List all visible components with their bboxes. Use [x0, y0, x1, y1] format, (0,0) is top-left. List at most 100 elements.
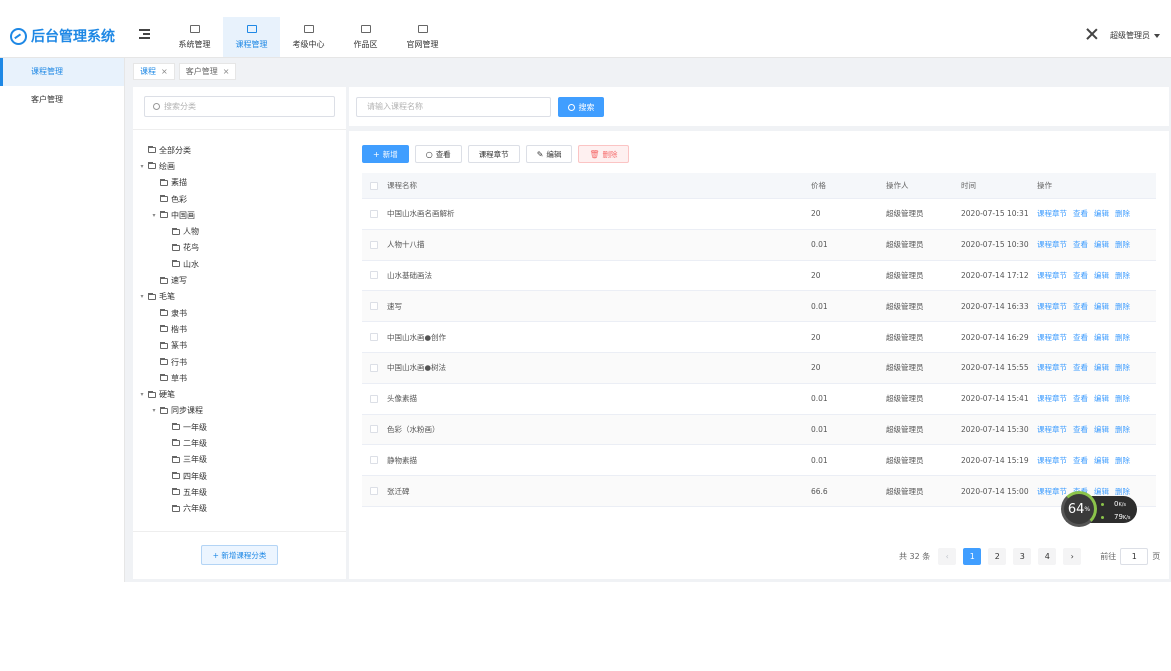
- delete-link[interactable]: 删除: [1115, 208, 1130, 219]
- tree-node[interactable]: ▾ 同步课程: [133, 403, 346, 419]
- network-speed-widget[interactable]: 0K/s 79K/s 64%: [1061, 491, 1137, 527]
- view-link[interactable]: 查看: [1073, 455, 1088, 466]
- tree-node[interactable]: 素描: [133, 175, 346, 191]
- edit-link[interactable]: 编辑: [1094, 455, 1109, 466]
- chapter-link[interactable]: 课程章节: [1037, 270, 1067, 281]
- nav-item-1[interactable]: 课程管理: [223, 17, 280, 57]
- category-search-input[interactable]: 搜索分类: [144, 96, 335, 117]
- chevron-down-icon[interactable]: ▾: [150, 407, 158, 414]
- tree-node[interactable]: ▾ 中国画: [133, 207, 346, 223]
- chevron-down-icon[interactable]: ▾: [150, 212, 158, 219]
- nav-item-0[interactable]: 系统管理: [166, 17, 223, 57]
- edit-link[interactable]: 编辑: [1094, 239, 1109, 250]
- table-row[interactable]: 头像素描 0.01 超级管理员 2020-07-14 15:41 课程章节 查看 编辑 删除: [362, 384, 1156, 415]
- delete-button[interactable]: 🗑 删除: [578, 145, 629, 163]
- sidebar-item-0[interactable]: 课程管理: [0, 58, 124, 86]
- tree-node[interactable]: 三年级: [133, 452, 346, 468]
- table-row[interactable]: 中国山水画●创作 20 超级管理员 2020-07-14 16:29 课程章节 查看 编辑删…: [362, 322, 1156, 353]
- edit-link[interactable]: 编辑: [1094, 332, 1109, 343]
- prev-page-button[interactable]: ‹: [938, 548, 957, 565]
- edit-link[interactable]: 编辑: [1094, 362, 1109, 373]
- table-row[interactable]: 静物素描 0.01 超级管理员 2020-07-14 15:19 课程章节 查看 编辑 删除: [362, 445, 1156, 477]
- row-checkbox[interactable]: [370, 333, 378, 342]
- chevron-down-icon[interactable]: ▾: [138, 391, 146, 398]
- sidebar-item-1[interactable]: 客户管理: [0, 86, 124, 114]
- chapter-link[interactable]: 课程章节: [1037, 332, 1067, 343]
- chevron-down-icon[interactable]: ▾: [138, 293, 146, 300]
- chapter-link[interactable]: 课程章节: [1037, 208, 1067, 219]
- chapter-link[interactable]: 课程章节: [1037, 301, 1067, 312]
- tree-node[interactable]: 花鸟: [133, 240, 346, 256]
- tree-node[interactable]: 一年级: [133, 419, 346, 435]
- row-checkbox[interactable]: [370, 209, 378, 218]
- view-link[interactable]: 查看: [1073, 270, 1088, 281]
- row-checkbox[interactable]: [370, 487, 378, 496]
- delete-link[interactable]: 删除: [1115, 362, 1130, 373]
- user-menu[interactable]: 超级管理员: [1110, 30, 1160, 41]
- delete-link[interactable]: 删除: [1115, 239, 1130, 250]
- view-link[interactable]: 查看: [1073, 301, 1088, 312]
- view-link[interactable]: 查看: [1073, 424, 1088, 435]
- tree-node[interactable]: 六年级: [133, 501, 346, 517]
- chapter-link[interactable]: 课程章节: [1037, 362, 1067, 373]
- edit-link[interactable]: 编辑: [1094, 424, 1109, 435]
- goto-page-input[interactable]: 1: [1120, 548, 1149, 565]
- edit-link[interactable]: 编辑: [1094, 270, 1109, 281]
- tree-node[interactable]: 隶书: [133, 305, 346, 321]
- page-button[interactable]: 2: [988, 548, 1007, 565]
- view-link[interactable]: 查看: [1073, 208, 1088, 219]
- chapter-link[interactable]: 课程章节: [1037, 393, 1067, 404]
- row-checkbox[interactable]: [370, 425, 378, 434]
- view-link[interactable]: 查看: [1073, 393, 1088, 404]
- tree-node[interactable]: 色彩: [133, 191, 346, 207]
- tree-node[interactable]: 篆书: [133, 338, 346, 354]
- tree-node[interactable]: 全部分类: [133, 142, 346, 158]
- row-checkbox[interactable]: [370, 456, 378, 465]
- page-button[interactable]: 1: [963, 548, 982, 565]
- table-row[interactable]: 人物十八描 0.01 超级管理员 2020-07-15 10:30 课程章节 查看 编辑 删除: [362, 229, 1156, 261]
- tree-node[interactable]: 五年级: [133, 484, 346, 500]
- tree-node[interactable]: 人物: [133, 223, 346, 239]
- table-row[interactable]: 张迁碑66.6超级管理员2020-07-14 15:00课程章节查看编辑删除: [362, 476, 1156, 507]
- delete-link[interactable]: 删除: [1115, 270, 1130, 281]
- search-button[interactable]: 搜索: [558, 97, 604, 117]
- table-row[interactable]: 山水基础画法 20 超级管理员 2020-07-14 17:12 课程章节 查看 编辑 删除: [362, 261, 1156, 292]
- row-checkbox[interactable]: [370, 302, 378, 311]
- tab-0[interactable]: 课程 ×: [133, 63, 175, 80]
- row-checkbox[interactable]: [370, 394, 378, 403]
- tree-node[interactable]: ▾ 毛笔: [133, 289, 346, 305]
- chapter-link[interactable]: 课程章节: [1037, 424, 1067, 435]
- delete-link[interactable]: 删除: [1115, 332, 1130, 343]
- chevron-down-icon[interactable]: ▾: [138, 163, 146, 170]
- tree-node[interactable]: 行书: [133, 354, 346, 370]
- tree-node[interactable]: ▾ 硬笔: [133, 386, 346, 402]
- edit-link[interactable]: 编辑: [1094, 208, 1109, 219]
- row-checkbox[interactable]: [370, 363, 378, 372]
- tree-node[interactable]: 山水: [133, 256, 346, 272]
- view-button[interactable]: ○ 查看: [414, 145, 462, 163]
- close-icon[interactable]: ×: [223, 67, 230, 76]
- view-link[interactable]: 查看: [1073, 362, 1088, 373]
- row-checkbox[interactable]: [370, 271, 378, 280]
- table-row[interactable]: 速写 0.01 超级管理员 2020-07-14 16:33 课程章节 查看 编辑 删除: [362, 291, 1156, 323]
- view-link[interactable]: 查看: [1073, 332, 1088, 343]
- nav-item-2[interactable]: 考级中心: [280, 17, 337, 57]
- delete-link[interactable]: 删除: [1115, 393, 1130, 404]
- add-category-button[interactable]: + 新增课程分类: [201, 545, 278, 565]
- chapter-link[interactable]: 课程章节: [1037, 239, 1067, 250]
- fullscreen-icon[interactable]: [1087, 29, 1097, 39]
- page-button[interactable]: 4: [1038, 548, 1057, 565]
- table-row[interactable]: 色彩（水粉画） 0.01 超级管理员 2020-07-14 15:30 课程章节 查看 编辑…: [362, 414, 1156, 446]
- delete-link[interactable]: 删除: [1115, 301, 1130, 312]
- course-name-input[interactable]: 请输入课程名称: [356, 97, 551, 117]
- table-row[interactable]: 中国山水画名画解析 20 超级管理员 2020-07-15 10:31 课程章节 查看 编辑…: [362, 199, 1156, 230]
- nav-item-4[interactable]: 官网管理: [394, 17, 451, 57]
- add-button[interactable]: + 新增: [362, 145, 409, 163]
- chapter-link[interactable]: 课程章节: [1037, 455, 1067, 466]
- page-button[interactable]: 3: [1013, 548, 1032, 565]
- edit-button[interactable]: ✎ 编辑: [525, 145, 573, 163]
- tree-node[interactable]: 速写: [133, 272, 346, 288]
- tree-node[interactable]: 草书: [133, 370, 346, 386]
- edit-link[interactable]: 编辑: [1094, 393, 1109, 404]
- menu-toggle-icon[interactable]: [139, 29, 150, 39]
